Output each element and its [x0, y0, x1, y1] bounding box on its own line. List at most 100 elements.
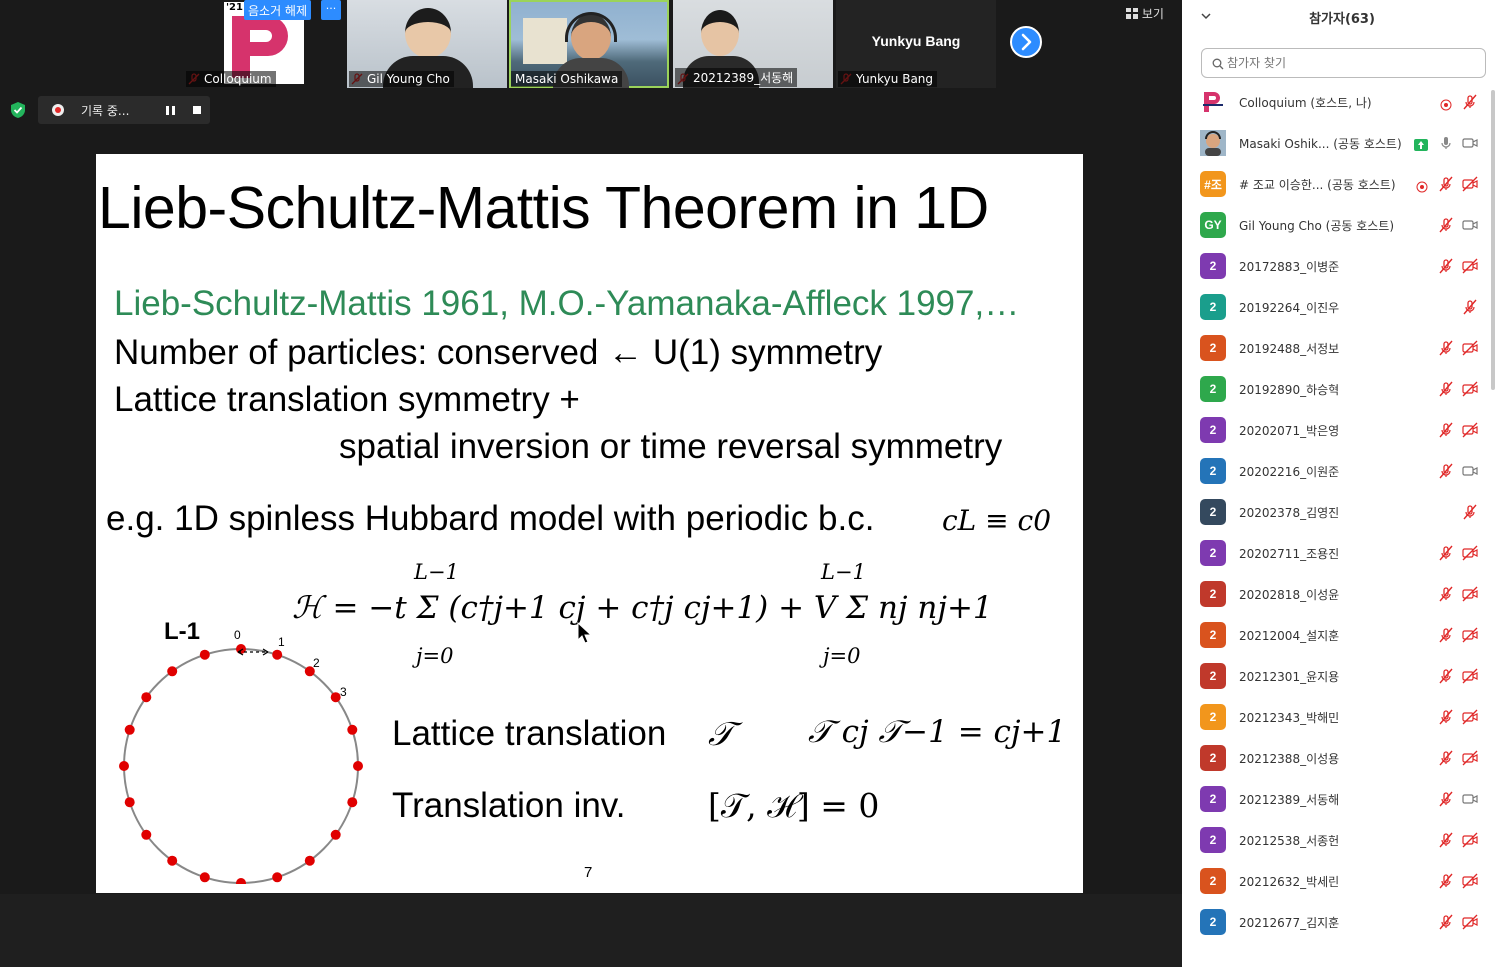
participant-row[interactable]: GY Gil Young Cho (공동 호스트): [1182, 204, 1495, 245]
video-off-icon[interactable]: [1462, 586, 1478, 602]
screen-share-icon: [1414, 136, 1430, 152]
participant-row[interactable]: 2 20192890_하승혁: [1182, 368, 1495, 409]
video-thumb-colloquium[interactable]: '21 음소거 해제 ··· Colloquium: [184, 0, 344, 88]
participant-row[interactable]: #조 # 조교 이승한... (공동 호스트): [1182, 163, 1495, 204]
muted-mic-icon[interactable]: [1438, 217, 1454, 233]
video-off-icon[interactable]: [1462, 258, 1478, 274]
participant-avatar: 2: [1200, 294, 1226, 320]
participant-name: 20212004_설지훈: [1239, 629, 1340, 643]
participant-row[interactable]: Colloquium (호스트, 나): [1182, 81, 1495, 122]
video-off-icon[interactable]: [1462, 668, 1478, 684]
badge-21: '21: [226, 2, 243, 13]
scrollbar[interactable]: [1491, 90, 1495, 390]
participant-row[interactable]: 2 20212004_설지훈: [1182, 614, 1495, 655]
participant-name: 20202711_조용진: [1239, 547, 1340, 561]
participant-row[interactable]: 2 20202071_박은영: [1182, 409, 1495, 450]
participant-name: 20202818_이성윤: [1239, 588, 1340, 602]
video-off-icon[interactable]: [1462, 340, 1478, 356]
video-icon[interactable]: [1462, 791, 1478, 807]
participant-row[interactable]: 2 20202378_김영진: [1182, 491, 1495, 532]
muted-mic-icon[interactable]: [1438, 627, 1454, 643]
video-thumb-gil-young-cho[interactable]: Gil Young Cho: [347, 0, 507, 88]
muted-mic-icon[interactable]: [1438, 668, 1454, 684]
slide-references: Lieb-Schultz-Mattis 1961, M.O.-Yamanaka-…: [114, 284, 1020, 323]
muted-mic-icon[interactable]: [1438, 176, 1454, 192]
muted-mic-icon[interactable]: [1438, 791, 1454, 807]
muted-mic-icon[interactable]: [1438, 832, 1454, 848]
shield-icon[interactable]: [10, 101, 26, 119]
participant-row[interactable]: 2 20212677_김지훈: [1182, 901, 1495, 942]
muted-mic-icon[interactable]: [1462, 94, 1478, 110]
video-thumb-masaki-oshikawa[interactable]: Masaki Oshikawa: [509, 0, 669, 88]
recording-status-icon: [1440, 96, 1456, 112]
muted-mic-icon[interactable]: [1438, 873, 1454, 889]
participant-row[interactable]: 2 20192264_이진우: [1182, 286, 1495, 327]
participant-row[interactable]: 2 20212343_박해민: [1182, 696, 1495, 737]
bottom-toolbar: [0, 894, 1182, 967]
muted-mic-icon[interactable]: [1438, 914, 1454, 930]
pause-recording-button[interactable]: [166, 106, 175, 115]
video-icon[interactable]: [1462, 463, 1478, 479]
video-icon[interactable]: [1462, 217, 1478, 233]
muted-mic-icon[interactable]: [1438, 750, 1454, 766]
panel-title: 참가자(63): [1309, 12, 1375, 27]
video-off-icon[interactable]: [1462, 914, 1478, 930]
participant-row[interactable]: 2 20202818_이성윤: [1182, 573, 1495, 614]
thumb-name: Yunkyu Bang: [838, 71, 938, 87]
next-page-button[interactable]: [1010, 26, 1042, 58]
participant-row[interactable]: 2 20202711_조용진: [1182, 532, 1495, 573]
muted-mic-icon[interactable]: [1438, 422, 1454, 438]
video-off-icon[interactable]: [1462, 176, 1478, 192]
video-off-icon[interactable]: [1462, 709, 1478, 725]
participant-row[interactable]: 2 20212389_서동해: [1182, 778, 1495, 819]
video-off-icon[interactable]: [1462, 873, 1478, 889]
video-off-icon[interactable]: [1462, 422, 1478, 438]
participant-avatar: #조: [1200, 171, 1226, 197]
video-off-icon[interactable]: [1462, 750, 1478, 766]
search-icon: [1212, 58, 1224, 70]
slide-line-2: Lattice translation symmetry +: [114, 380, 580, 419]
lattice-site-dot: [167, 855, 178, 866]
stop-recording-button[interactable]: [193, 106, 201, 114]
lattice-site-dot: [347, 797, 358, 808]
participant-row[interactable]: Masaki Oshik... (공동 호스트): [1182, 122, 1495, 163]
muted-mic-icon[interactable]: [1438, 463, 1454, 479]
participant-name: 20202071_박은영: [1239, 424, 1340, 438]
unmute-button[interactable]: 음소거 해제: [244, 0, 312, 20]
participant-avatar: 2: [1200, 786, 1226, 812]
video-off-icon[interactable]: [1462, 627, 1478, 643]
participant-row[interactable]: 2 20192488_서정보: [1182, 327, 1495, 368]
mic-icon[interactable]: [1438, 135, 1454, 151]
participant-avatar: GY: [1200, 212, 1226, 238]
participant-name: 20212632_박세린: [1239, 875, 1340, 889]
view-button[interactable]: 보기: [1126, 5, 1164, 22]
participants-panel: 참가자(63) Colloquium (호스트, 나) Masaki Oshik.…: [1182, 0, 1495, 967]
participant-avatar: 2: [1200, 909, 1226, 935]
muted-mic-icon[interactable]: [1438, 381, 1454, 397]
muted-mic-icon[interactable]: [1438, 258, 1454, 274]
video-off-icon[interactable]: [1462, 545, 1478, 561]
participant-row[interactable]: 2 20212632_박세린: [1182, 860, 1495, 901]
participant-row[interactable]: 2 20202216_이원준: [1182, 450, 1495, 491]
video-off-icon[interactable]: [1462, 381, 1478, 397]
video-icon[interactable]: [1462, 135, 1478, 151]
muted-mic-icon[interactable]: [1438, 586, 1454, 602]
slide-example: e.g. 1D spinless Hubbard model with peri…: [106, 499, 875, 538]
participant-row[interactable]: 2 20212388_이성용: [1182, 737, 1495, 778]
search-input[interactable]: [1227, 53, 1477, 73]
video-thumb-yunkyu-bang[interactable]: Yunkyu Bang Yunkyu Bang: [836, 0, 996, 88]
muted-mic-icon[interactable]: [1438, 340, 1454, 356]
muted-mic-icon[interactable]: [1462, 504, 1478, 520]
participant-row[interactable]: 2 20212538_서종헌: [1182, 819, 1495, 860]
lattice-site-dot: [124, 797, 135, 808]
more-button[interactable]: ···: [321, 0, 341, 20]
muted-mic-icon[interactable]: [1438, 545, 1454, 561]
muted-mic-icon[interactable]: [1438, 709, 1454, 725]
video-off-icon[interactable]: [1462, 832, 1478, 848]
participant-search[interactable]: [1201, 48, 1486, 78]
participant-row[interactable]: 2 20172883_이병준: [1182, 245, 1495, 286]
site-label-1: 1: [278, 635, 285, 649]
video-thumb-20212389[interactable]: 20212389_서동해: [673, 0, 833, 88]
muted-mic-icon[interactable]: [1462, 299, 1478, 315]
participant-row[interactable]: 2 20212301_윤지용: [1182, 655, 1495, 696]
